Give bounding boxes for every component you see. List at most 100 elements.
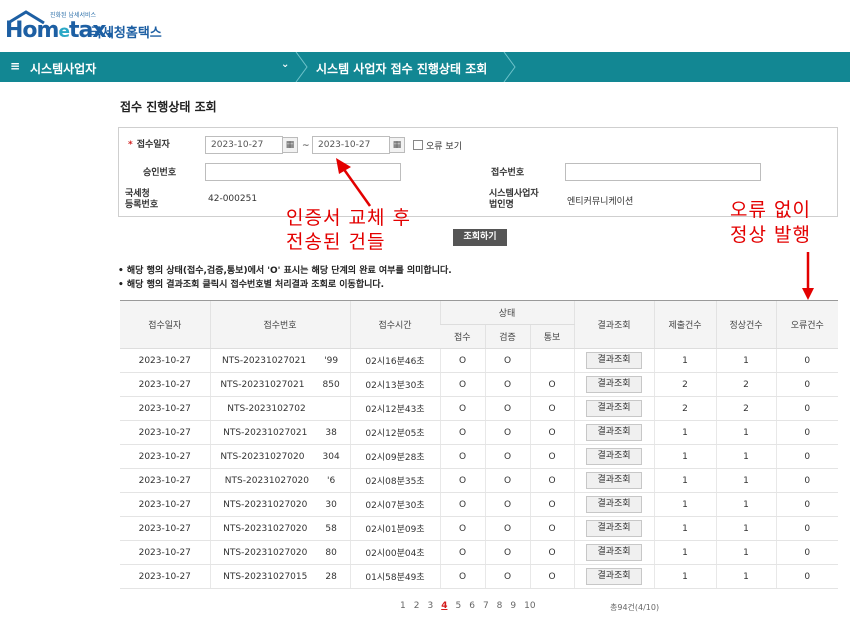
cell-result: 결과조회: [573, 348, 654, 373]
page-link[interactable]: 10: [524, 601, 535, 611]
approval-no-input[interactable]: [205, 163, 401, 181]
page-title: 접수 진행상태 조회: [120, 100, 217, 114]
cell-date: 2023-10-27: [120, 372, 210, 397]
page-link[interactable]: 6: [469, 601, 475, 611]
result-note: • 해당 행의 결과조회 클릭시 접수번호별 처리결과 조회로 이동합니다.: [118, 280, 385, 290]
page-link[interactable]: 8: [497, 601, 503, 611]
table-row: 2023-10-27 NTS-20231027020 58 02시01분09초 O O O…: [120, 516, 838, 541]
cell-status-receipt: O: [439, 540, 485, 565]
page-link[interactable]: 4: [441, 601, 447, 611]
cell-result: 결과조회: [573, 540, 654, 565]
result-lookup-button[interactable]: 결과조회: [586, 568, 642, 585]
result-lookup-button[interactable]: 결과조회: [586, 376, 642, 393]
approval-no-label: 승인번호: [143, 168, 177, 178]
status-note: • 해당 행의 상태(접수,검증,통보)에서 'O' 표시는 해당 단계의 완료…: [118, 266, 452, 276]
cell-normal: 2: [715, 396, 776, 421]
chevron-down-icon[interactable]: ⌄: [281, 59, 289, 70]
cell-status-receipt: O: [439, 396, 485, 421]
result-lookup-button[interactable]: 결과조회: [586, 352, 642, 369]
cell-time: 02시16분46초: [349, 348, 440, 373]
navigation-bar: ≡ 시스템사업자 ⌄ 시스템 사업자 접수 진행상태 조회: [0, 52, 850, 82]
cell-submitted: 1: [653, 540, 716, 565]
col-header-submitted: 제출건수: [653, 300, 716, 349]
result-lookup-button[interactable]: 결과조회: [586, 520, 642, 537]
nav-menu-system-provider[interactable]: 시스템사업자: [30, 60, 96, 77]
cell-result: 결과조회: [573, 516, 654, 541]
cell-result: 결과조회: [573, 564, 654, 589]
page-link[interactable]: 5: [455, 601, 461, 611]
cell-receipt-no: NTS-2023102702: [209, 396, 350, 421]
cell-time: 01시58분49초: [349, 564, 440, 589]
cell-status-notify: O: [529, 420, 574, 445]
receipt-no-label: 접수번호: [491, 168, 525, 178]
system-provider-value: 엔티커뮤니케이션: [567, 197, 634, 207]
cell-receipt-no: NTS-20231027020 '6: [209, 468, 350, 493]
cell-date: 2023-10-27: [120, 564, 210, 589]
cell-errors: 0: [775, 348, 838, 373]
hamburger-menu-icon[interactable]: ≡: [10, 59, 20, 73]
cell-status-notify: O: [529, 468, 574, 493]
cell-errors: 0: [775, 564, 838, 589]
cell-submitted: 1: [653, 492, 716, 517]
result-lookup-button[interactable]: 결과조회: [586, 448, 642, 465]
calendar-icon[interactable]: ▦: [282, 137, 298, 153]
cell-normal: 1: [715, 348, 776, 373]
page-link[interactable]: 9: [510, 601, 516, 611]
annotation-cert-replaced-line1: 인증서 교체 후: [286, 207, 411, 229]
result-lookup-button[interactable]: 결과조회: [586, 472, 642, 489]
page-link[interactable]: 1: [400, 601, 406, 611]
search-button[interactable]: 조회하기: [453, 229, 507, 246]
cell-time: 02시12분05초: [349, 420, 440, 445]
breadcrumb-current[interactable]: 시스템 사업자 접수 진행상태 조회: [316, 60, 487, 77]
cell-date: 2023-10-27: [120, 540, 210, 565]
cell-submitted: 1: [653, 348, 716, 373]
cell-status-notify: [529, 348, 574, 373]
cell-normal: 2: [715, 372, 776, 397]
table-row: 2023-10-27 NTS-20231027015 28 01시58분49초 O O O…: [120, 564, 838, 589]
arrow-to-error-column: [802, 252, 814, 300]
cell-status-verify: O: [484, 348, 530, 373]
receipt-status-table: 접수일자 접수번호 접수시간 상태 결과조회 제출건수 정상건수 오류건수 접수…: [120, 300, 838, 589]
cell-receipt-no: NTS-20231027020 80: [209, 540, 350, 565]
cell-time: 02시07분30초: [349, 492, 440, 517]
cell-normal: 1: [715, 468, 776, 493]
table-row: 2023-10-27 NTS-20231027021 850 02시13분30초 O O…: [120, 372, 838, 397]
cell-status-notify: O: [529, 396, 574, 421]
cell-date: 2023-10-27: [120, 516, 210, 541]
pagination: 1 2 3 4 5 6 7 8 9 10: [400, 601, 544, 611]
error-view-checkbox[interactable]: [413, 140, 423, 150]
cell-normal: 1: [715, 540, 776, 565]
cell-status-verify: O: [484, 540, 530, 565]
cell-receipt-no: NTS-20231027015 28: [209, 564, 350, 589]
cell-errors: 0: [775, 372, 838, 397]
cell-status-verify: O: [484, 420, 530, 445]
cell-status-receipt: O: [439, 516, 485, 541]
cell-submitted: 1: [653, 420, 716, 445]
date-to-input[interactable]: 2023-10-27: [312, 136, 390, 154]
page-link[interactable]: 7: [483, 601, 489, 611]
table-row: 2023-10-27 NTS-20231027020 304 02시09분28초 O O…: [120, 444, 838, 469]
result-lookup-button[interactable]: 결과조회: [586, 544, 642, 561]
result-lookup-button[interactable]: 결과조회: [586, 400, 642, 417]
table-row: 2023-10-27 NTS-20231027021 '99 02시16분46초 O O…: [120, 348, 838, 373]
col-header-time: 접수시간: [349, 300, 440, 349]
receipt-no-input[interactable]: [565, 163, 761, 181]
col-header-date: 접수일자: [120, 300, 210, 349]
result-lookup-button[interactable]: 결과조회: [586, 424, 642, 441]
cell-errors: 0: [775, 420, 838, 445]
cell-status-receipt: O: [439, 444, 485, 469]
cell-status-notify: O: [529, 372, 574, 397]
col-header-errors: 오류건수: [775, 300, 838, 349]
date-from-input[interactable]: 2023-10-27: [205, 136, 283, 154]
cell-result: 결과조회: [573, 420, 654, 445]
page-link[interactable]: 3: [427, 601, 433, 611]
cell-errors: 0: [775, 492, 838, 517]
result-lookup-button[interactable]: 결과조회: [586, 496, 642, 513]
page-link[interactable]: 2: [414, 601, 420, 611]
cell-normal: 1: [715, 444, 776, 469]
calendar-icon[interactable]: ▦: [389, 137, 405, 153]
cell-date: 2023-10-27: [120, 444, 210, 469]
cell-status-notify: O: [529, 444, 574, 469]
cell-result: 결과조회: [573, 444, 654, 469]
receipt-date-label: * 접수일자: [128, 140, 170, 150]
